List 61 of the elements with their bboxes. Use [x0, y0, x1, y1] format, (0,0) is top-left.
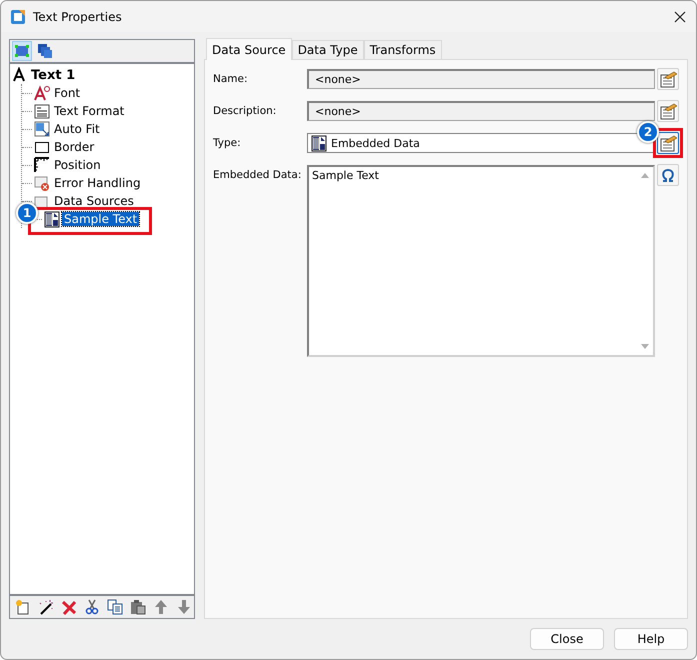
tree-item[interactable]: Auto Fit: [52, 122, 102, 136]
text-area-value: Sample Text: [311, 168, 380, 184]
copy-button[interactable]: [106, 597, 124, 617]
symbol-button[interactable]: [657, 164, 679, 186]
tree-item[interactable]: Border: [52, 140, 96, 154]
tree-item[interactable]: Data Sources: [52, 194, 136, 208]
field-label: Type:: [213, 136, 242, 149]
wand-button[interactable]: [37, 597, 55, 617]
edit-icon: [659, 70, 677, 88]
copy-icon: [107, 599, 123, 615]
resize-icon: [34, 121, 50, 137]
tree-item[interactable]: Error Handling: [52, 176, 143, 190]
edit-icon: [659, 134, 677, 152]
ruler-icon: [34, 157, 50, 173]
data-icon: [311, 134, 327, 152]
dialog-button[interactable]: Close: [530, 628, 604, 650]
scroll-up-icon: [640, 171, 650, 179]
layers-button[interactable]: [35, 41, 55, 61]
field-label: Description:: [213, 104, 278, 117]
paste-icon: [130, 599, 146, 615]
callout-badge: 2: [637, 121, 659, 143]
delete-icon: [61, 599, 77, 615]
text-field[interactable]: <none>: [307, 69, 655, 89]
wand-icon: [38, 599, 54, 615]
callout-badge: 1: [16, 202, 38, 224]
tree-item[interactable]: Position: [52, 158, 103, 172]
new-icon: [15, 599, 31, 615]
type-value: Embedded Data: [331, 136, 420, 150]
close-icon: [674, 10, 686, 22]
tree-item[interactable]: Text Format: [52, 104, 126, 118]
dialog-button[interactable]: Help: [614, 628, 688, 650]
text-area[interactable]: Sample Text: [307, 165, 655, 357]
edit-icon: [659, 102, 677, 120]
cut-button[interactable]: [83, 597, 101, 617]
tab[interactable]: Data Type: [292, 40, 364, 59]
window-title: Text Properties: [33, 10, 122, 24]
field-label: Name:: [213, 72, 249, 85]
letter-a-icon: [12, 67, 27, 83]
data-icon: [44, 210, 60, 228]
paste-button[interactable]: [129, 597, 147, 617]
tab[interactable]: Data Source: [206, 38, 292, 60]
layers-icon: [37, 43, 53, 59]
tree-item[interactable]: Font: [52, 86, 82, 100]
field-label: Embedded Data:: [213, 168, 302, 181]
scroll-down-icon: [640, 343, 650, 351]
error-icon: [34, 175, 50, 191]
cut-icon: [84, 599, 100, 615]
border-icon: [34, 139, 50, 155]
tab[interactable]: Transforms: [364, 40, 442, 59]
text-format-icon: [34, 103, 50, 119]
font-icon: [34, 85, 50, 101]
omega-icon: [660, 167, 676, 183]
up-arrow-icon: [153, 599, 169, 615]
text-field[interactable]: <none>: [307, 101, 655, 121]
layout-icon: [14, 43, 30, 59]
tree-view-button[interactable]: [12, 41, 32, 61]
down-arrow-icon: [176, 599, 192, 615]
tree-item[interactable]: Sample Text: [62, 212, 140, 226]
edit-button[interactable]: [657, 132, 679, 154]
tree-root[interactable]: Text 1: [29, 68, 78, 82]
app-icon: [10, 8, 26, 24]
